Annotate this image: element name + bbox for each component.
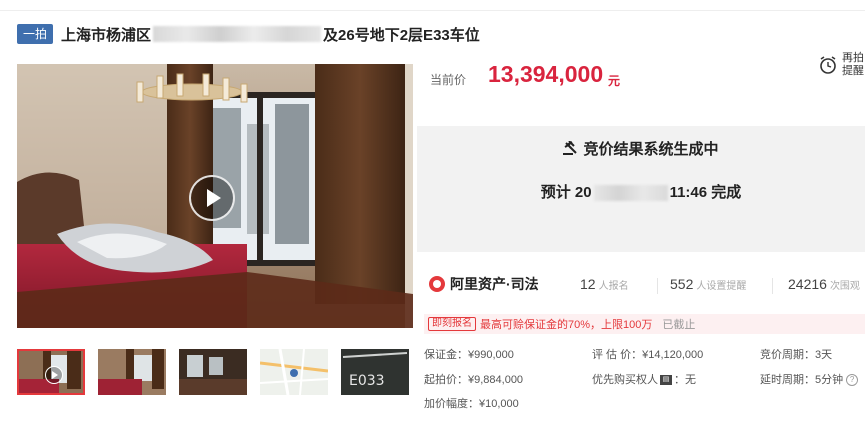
thumbnail-4[interactable]: [260, 349, 328, 395]
notice-status: 已截止: [662, 319, 696, 331]
status-heading-row: 竞价结果系统生成中: [417, 138, 865, 159]
thumbnail-2-image: [98, 349, 166, 395]
stat-reminders: 552 人设置提醒: [670, 276, 746, 292]
thumbnail-1[interactable]: [17, 349, 85, 395]
play-icon: [207, 189, 221, 207]
deposit-loan-notice: 即刻报名 最高可赊保证金的70%，上限100万 已截止: [424, 314, 865, 334]
title-prefix: 上海市杨浦区: [61, 26, 152, 44]
priority-label: 优先购买权人: [592, 374, 658, 386]
thumbnail-strip: E033: [17, 349, 422, 395]
brand-name: 阿里资产·司法: [450, 276, 539, 292]
gavel-icon: [563, 140, 578, 155]
question-icon[interactable]: ?: [846, 374, 859, 387]
thumbnail-3-image: [179, 349, 247, 395]
re-auction-reminder-button[interactable]: 再拍 提醒: [818, 52, 864, 78]
current-price-label: 当前价: [430, 73, 467, 87]
appraisal-info: 评 估 价：¥14,120,000: [592, 349, 704, 361]
auction-status-panel: 竞价结果系统生成中 预计 20 11:46 完成: [417, 126, 865, 252]
thumbnail-4-map: [260, 349, 328, 395]
page-title: 一拍 上海市杨浦区 及26号地下2层E33车位: [17, 24, 480, 44]
thumbnail-play-icon: [45, 366, 63, 384]
top-divider: [0, 10, 865, 11]
stat-signups-value: 12: [580, 276, 596, 292]
delay-label: 延时周期：5分钟: [760, 374, 844, 386]
reminder-label-line2: 提醒: [842, 65, 864, 77]
stat-reminders-value: 552: [670, 276, 694, 292]
cycle-info: 竞价周期：3天: [760, 349, 833, 361]
delay-info: 延时周期：5分钟?: [760, 371, 859, 387]
signup-tag[interactable]: 即刻报名: [428, 317, 476, 331]
video-play-button[interactable]: [189, 175, 235, 221]
status-heading: 竞价结果系统生成中: [583, 141, 719, 158]
brand[interactable]: 阿里资产·司法: [429, 274, 539, 294]
stat-views: 24216 次围观: [788, 276, 860, 292]
status-expect-row: 预计 20 11:46 完成: [417, 181, 865, 202]
current-price-unit: 元: [608, 74, 621, 88]
main-photo[interactable]: [17, 64, 413, 328]
stat-divider: [657, 278, 658, 294]
alarm-clock-icon: [820, 56, 836, 74]
stat-signups-label: 人报名: [598, 281, 629, 292]
reminder-label-line1: 再拍: [842, 52, 864, 64]
increment-info: 加价幅度：¥10,000: [424, 398, 519, 410]
stat-views-value: 24216: [788, 276, 827, 292]
deposit-info: 保证金：¥990,000: [424, 349, 514, 361]
reminder-label: 再拍 提醒: [842, 52, 864, 78]
svg-text:E033: E033: [349, 373, 385, 389]
expect-suffix: 11:46 完成: [669, 184, 742, 201]
stat-divider: [772, 278, 773, 294]
stat-signups: 12 人报名: [580, 276, 629, 292]
thumbnail-2[interactable]: [98, 349, 166, 395]
notice-text: 最高可赊保证金的70%，上限100万: [480, 319, 653, 331]
title-redacted: [153, 26, 322, 42]
current-price-value: 13,394,000: [488, 61, 604, 87]
stat-views-label: 次围观: [829, 281, 860, 292]
thumbnail-5-parking-spot: E033: [341, 349, 409, 395]
thumbnail-3[interactable]: [179, 349, 247, 395]
stat-reminders-label: 人设置提醒: [696, 281, 747, 292]
expect-prefix: 预计 20: [540, 184, 592, 201]
date-redacted: [593, 185, 668, 202]
start-price-info: 起拍价：¥9,884,000: [424, 374, 524, 386]
title-suffix: 及26号地下2层E33车位: [323, 26, 480, 44]
priority-info: 优先购买权人 ▤ ：无: [592, 371, 696, 387]
auction-round-badge: 一拍: [17, 24, 54, 44]
brand-logo-icon: [429, 276, 445, 292]
info-card-icon[interactable]: ▤: [660, 375, 672, 386]
priority-value: ：无: [674, 374, 696, 386]
thumbnail-5[interactable]: E033: [341, 349, 409, 395]
brand-stats-row: 阿里资产·司法 12 人报名 552 人设置提醒 24216 次围观: [417, 266, 865, 304]
